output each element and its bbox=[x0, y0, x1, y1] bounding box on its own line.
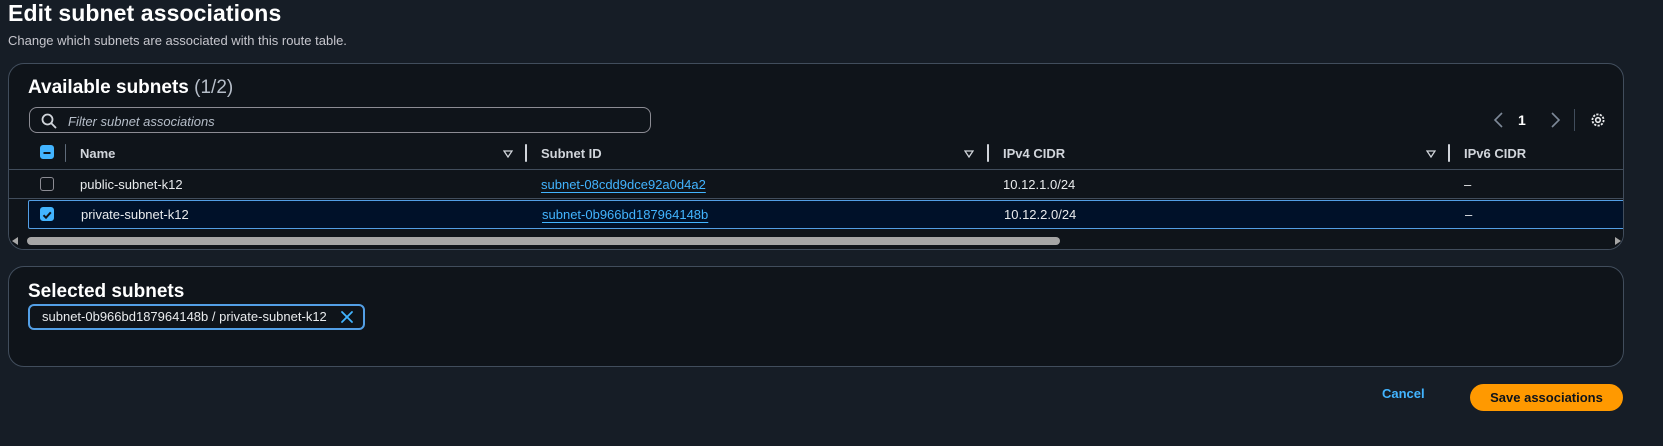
page-description: Change which subnets are associated with… bbox=[8, 33, 347, 48]
table-header-row: Name Subnet ID IPv4 CIDR IPv6 CIDR bbox=[9, 139, 1623, 170]
table-row-selected[interactable]: private-subnet-k12 subnet-0b966bd1879641… bbox=[28, 200, 1623, 229]
select-all-checkbox[interactable] bbox=[40, 145, 54, 159]
available-subnets-panel: Available subnets (1/2) 1 Name bbox=[8, 63, 1624, 250]
sort-icon[interactable] bbox=[964, 150, 974, 158]
scroll-right-icon[interactable] bbox=[1615, 237, 1621, 245]
selected-subnets-heading: Selected subnets bbox=[28, 281, 185, 302]
page-title: Edit subnet associations bbox=[8, 0, 282, 26]
filter-input[interactable] bbox=[66, 110, 640, 132]
scroll-left-icon[interactable] bbox=[12, 237, 18, 245]
table-row[interactable]: public-subnet-k12 subnet-08cdd9dce92a0d4… bbox=[9, 170, 1623, 199]
subnet-name: private-subnet-k12 bbox=[81, 207, 189, 222]
cancel-button[interactable]: Cancel bbox=[1382, 386, 1425, 401]
column-header-name[interactable]: Name bbox=[80, 146, 115, 161]
selection-count: (1/2) bbox=[194, 77, 234, 98]
subnet-id-link[interactable]: subnet-08cdd9dce92a0d4a2 bbox=[541, 177, 706, 192]
available-subnets-heading: Available subnets (1/2) bbox=[28, 77, 233, 99]
column-separator bbox=[65, 144, 66, 162]
row-checkbox[interactable] bbox=[40, 177, 54, 191]
subnet-name: public-subnet-k12 bbox=[80, 177, 183, 192]
column-resizer[interactable] bbox=[987, 144, 989, 162]
column-resizer[interactable] bbox=[525, 144, 527, 162]
checkmark-icon bbox=[42, 211, 52, 220]
minus-icon bbox=[43, 152, 51, 154]
previous-page-icon[interactable] bbox=[1491, 109, 1507, 131]
column-resizer[interactable] bbox=[1448, 144, 1450, 162]
available-subnets-title: Available subnets bbox=[28, 77, 189, 98]
selected-subnets-panel: Selected subnets subnet-0b966bd187964148… bbox=[8, 266, 1624, 367]
selected-subnet-token: subnet-0b966bd187964148b / private-subne… bbox=[28, 304, 365, 330]
scrollbar-thumb[interactable] bbox=[27, 237, 1060, 245]
column-header-ipv6-cidr[interactable]: IPv6 CIDR bbox=[1464, 146, 1526, 161]
token-label: subnet-0b966bd187964148b / private-subne… bbox=[42, 309, 327, 324]
horizontal-scrollbar[interactable] bbox=[9, 233, 1623, 249]
row-checkbox-checked[interactable] bbox=[40, 207, 54, 221]
sort-icon[interactable] bbox=[1426, 150, 1436, 158]
column-header-subnet-id[interactable]: Subnet ID bbox=[541, 146, 602, 161]
current-page-number[interactable]: 1 bbox=[1518, 112, 1526, 134]
column-header-ipv4-cidr[interactable]: IPv4 CIDR bbox=[1003, 146, 1065, 161]
next-page-icon[interactable] bbox=[1547, 109, 1563, 131]
filter-field[interactable] bbox=[29, 107, 651, 133]
save-associations-button[interactable]: Save associations bbox=[1470, 384, 1623, 411]
sort-icon[interactable] bbox=[503, 150, 513, 158]
subnet-id-link[interactable]: subnet-0b966bd187964148b bbox=[542, 207, 708, 222]
ipv4-cidr: 10.12.1.0/24 bbox=[1003, 177, 1076, 192]
search-icon bbox=[41, 113, 57, 129]
ipv6-cidr: – bbox=[1464, 177, 1472, 192]
pager-divider bbox=[1574, 109, 1575, 131]
ipv4-cidr: 10.12.2.0/24 bbox=[1004, 207, 1077, 222]
close-icon[interactable] bbox=[340, 310, 354, 324]
ipv6-cidr: – bbox=[1465, 207, 1473, 222]
subnets-table: Name Subnet ID IPv4 CIDR IPv6 CIDR publi… bbox=[9, 139, 1623, 234]
gear-icon[interactable] bbox=[1589, 111, 1607, 129]
